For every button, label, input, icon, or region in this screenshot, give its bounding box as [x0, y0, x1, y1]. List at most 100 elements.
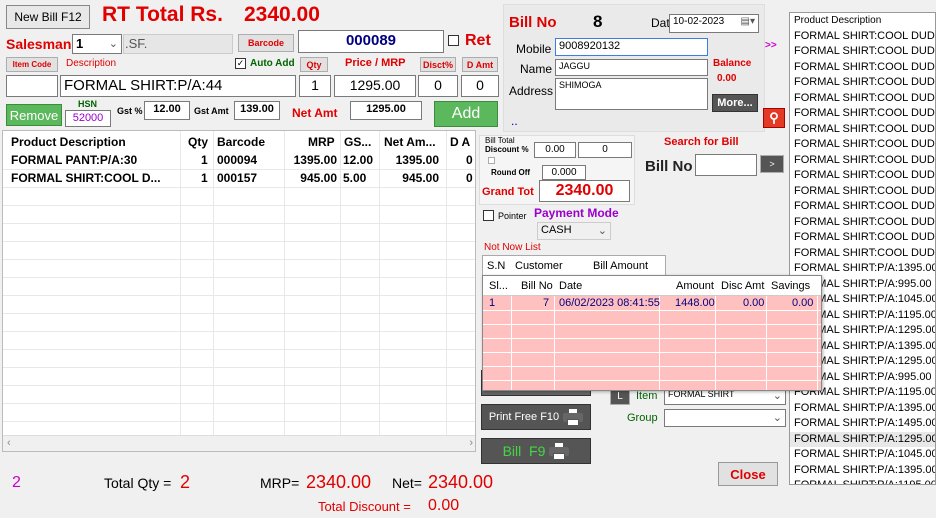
net-amt-field[interactable]: 1295.00 — [350, 101, 422, 120]
list-item[interactable]: FORMAL SHIRT:COOL DUDE: — [790, 122, 935, 138]
name-field[interactable]: JAGGU — [555, 59, 708, 76]
list-item[interactable]: FORMAL SHIRT:P/A:1395.00 — [790, 401, 935, 417]
discount-pct-field[interactable]: 0.00 — [534, 142, 576, 158]
col-header-damt[interactable]: D A — [450, 135, 470, 149]
search-bill-label: Search for Bill — [664, 136, 739, 148]
gst-amt-field[interactable]: 139.00 — [234, 101, 280, 120]
disct-field[interactable]: 0 — [418, 75, 458, 97]
list-item[interactable]: FORMAL SHIRT:COOL DUDE: — [790, 230, 935, 246]
description-label: Description — [66, 58, 117, 69]
popup-header-sl[interactable]: Sl... — [489, 280, 508, 292]
grand-tot-field[interactable]: 2340.00 — [539, 180, 630, 202]
group-filter-select[interactable]: ⌄ — [664, 409, 786, 427]
print-free-button[interactable]: Print Free F10 — [481, 404, 591, 430]
horizontal-scrollbar[interactable]: ‹ › — [3, 435, 475, 451]
row-damt: 0 — [466, 171, 473, 185]
search-bill-no-label: Bill No — [645, 158, 693, 175]
round-off-field[interactable]: 0.000 — [542, 165, 586, 180]
barcode-field[interactable]: 000089 — [298, 30, 444, 53]
salesman-select[interactable]: 1 ⌄ — [72, 34, 122, 54]
mobile-field[interactable]: 9008920132 — [555, 38, 708, 56]
list-item[interactable]: FORMAL SHIRT:COOL DUDE: — [790, 137, 935, 153]
date-value: 10-02-2023 — [673, 16, 725, 27]
list-item[interactable]: FORMAL SHIRT:COOL DUDE: — [790, 153, 935, 169]
items-grid[interactable]: Product Description Qty Barcode MRP GS..… — [2, 130, 476, 452]
list-item[interactable]: FORMAL SHIRT:COOL DUDE: — [790, 184, 935, 200]
col-header-barcode[interactable]: Barcode — [217, 135, 265, 149]
col-header-net-amt[interactable]: Net Am... — [384, 135, 436, 149]
not-now-header-bill-amount[interactable]: Bill Amount — [593, 260, 648, 272]
payment-mode-value: CASH — [541, 224, 572, 236]
damt-button[interactable]: D Amt — [462, 57, 498, 72]
col-header-gst[interactable]: GS... — [344, 135, 371, 149]
scroll-right-icon[interactable]: › — [469, 437, 473, 449]
remove-button[interactable]: Remove — [6, 104, 62, 126]
col-header-qty[interactable]: Qty — [188, 135, 208, 149]
ret-checkbox[interactable] — [448, 35, 459, 46]
product-list-header: Product Description — [794, 15, 882, 26]
list-item[interactable]: FORMAL SHIRT:COOL DUDE: — [790, 199, 935, 215]
item-count: 2 — [12, 474, 21, 491]
damt-field[interactable]: 0 — [461, 75, 499, 97]
description-field[interactable]: FORMAL SHIRT:P/A:44 — [60, 75, 296, 97]
round-off-label: Round Off — [491, 168, 531, 177]
not-now-header-customer[interactable]: Customer — [515, 260, 563, 272]
search-icon[interactable]: ⚲ — [763, 108, 785, 128]
address-field[interactable]: SHIMOGA — [555, 78, 708, 110]
list-item[interactable]: FORMAL SHIRT:COOL DUDE: — [790, 246, 935, 262]
item-code-field[interactable] — [6, 75, 58, 97]
list-item[interactable]: FORMAL SHIRT:COOL DUDE: — [790, 29, 935, 45]
popup-header-bill-no[interactable]: Bill No — [521, 280, 553, 292]
row-damt: 0 — [466, 153, 473, 167]
price-field[interactable]: 1295.00 — [334, 75, 416, 97]
calendar-icon[interactable]: ▤▾ — [741, 16, 755, 27]
search-bill-go-button[interactable]: > — [760, 155, 784, 173]
product-items[interactable]: FORMAL SHIRT:COOL DUDE: FORMAL SHIRT:COOL… — [790, 29, 935, 484]
scroll-left-icon[interactable]: ‹ — [7, 437, 11, 449]
list-item[interactable]: FORMAL SHIRT:P/A:1495.00 — [790, 416, 935, 432]
popup-header-amount[interactable]: Amount — [676, 280, 714, 292]
col-header-description[interactable]: Product Description — [11, 135, 126, 149]
list-item[interactable]: FORMAL SHIRT:COOL DUDE: — [790, 44, 935, 60]
popup-header-date[interactable]: Date — [559, 280, 582, 292]
list-item[interactable]: FORMAL SHIRT:COOL DUDE: — [790, 168, 935, 184]
auto-add-checkbox[interactable]: ✓ — [235, 58, 246, 69]
pointer-checkbox[interactable] — [483, 210, 494, 221]
list-item[interactable]: FORMAL SHIRT:COOL DUDE: — [790, 106, 935, 122]
list-item[interactable]: FORMAL SHIRT:P/A:1195.00 — [790, 478, 935, 484]
barcode-button[interactable]: Barcode — [238, 34, 294, 52]
expand-arrow[interactable]: >> — [765, 40, 777, 51]
bill-f9-button[interactable]: Bill F9 — [481, 438, 591, 464]
add-button[interactable]: Add — [434, 101, 498, 127]
disct-button[interactable]: Disct% — [420, 57, 456, 72]
qty-field[interactable]: 1 — [299, 75, 331, 97]
qty-button[interactable]: Qty — [300, 57, 328, 72]
not-now-list[interactable]: S.N Customer Bill Amount — [482, 255, 666, 277]
popup-header-savings[interactable]: Savings — [771, 280, 810, 292]
list-item[interactable]: FORMAL SHIRT:P/A:1045.00 — [790, 447, 935, 463]
list-item[interactable]: FORMAL SHIRT:COOL DUDE: — [790, 60, 935, 76]
not-now-header-sn[interactable]: S.N — [487, 260, 505, 272]
bill-history-popup[interactable]: Sl... Bill No Date Amount Disc Amt Savin… — [482, 275, 822, 391]
list-item[interactable]: FORMAL SHIRT:P/A:1395.00 — [790, 463, 935, 479]
list-item[interactable]: FORMAL SHIRT:COOL DUDE: — [790, 91, 935, 107]
mrp-total-value: 2340.00 — [306, 472, 372, 492]
payment-mode-select[interactable]: CASH ⌄ — [537, 222, 611, 240]
discount-amt-field[interactable]: 0 — [578, 142, 632, 158]
popup-row-sl: 1 — [489, 297, 496, 309]
close-button[interactable]: Close — [718, 462, 778, 486]
list-item[interactable]: FORMAL SHIRT:P/A:1295.00 — [790, 431, 935, 447]
product-list[interactable]: Product Description FORMAL SHIRT:COOL DU… — [789, 12, 936, 485]
date-picker[interactable]: 10-02-2023 ▤▾ — [669, 14, 759, 33]
list-item[interactable]: FORMAL SHIRT:COOL DUDE: — [790, 75, 935, 91]
more-button[interactable]: More... — [712, 94, 758, 112]
popup-header-disc-amt[interactable]: Disc Amt — [721, 280, 764, 292]
list-item[interactable]: FORMAL SHIRT:COOL DUDE: — [790, 215, 935, 231]
item-code-button[interactable]: Item Code — [6, 57, 58, 72]
col-header-mrp[interactable]: MRP — [308, 135, 335, 149]
gst-pct-field[interactable]: 12.00 — [144, 101, 190, 120]
hsn-field[interactable]: 52000 — [65, 110, 111, 127]
new-bill-button[interactable]: New Bill F12 — [6, 5, 90, 29]
round-off-checkbox[interactable] — [488, 157, 495, 164]
search-bill-no-field[interactable] — [695, 154, 757, 176]
